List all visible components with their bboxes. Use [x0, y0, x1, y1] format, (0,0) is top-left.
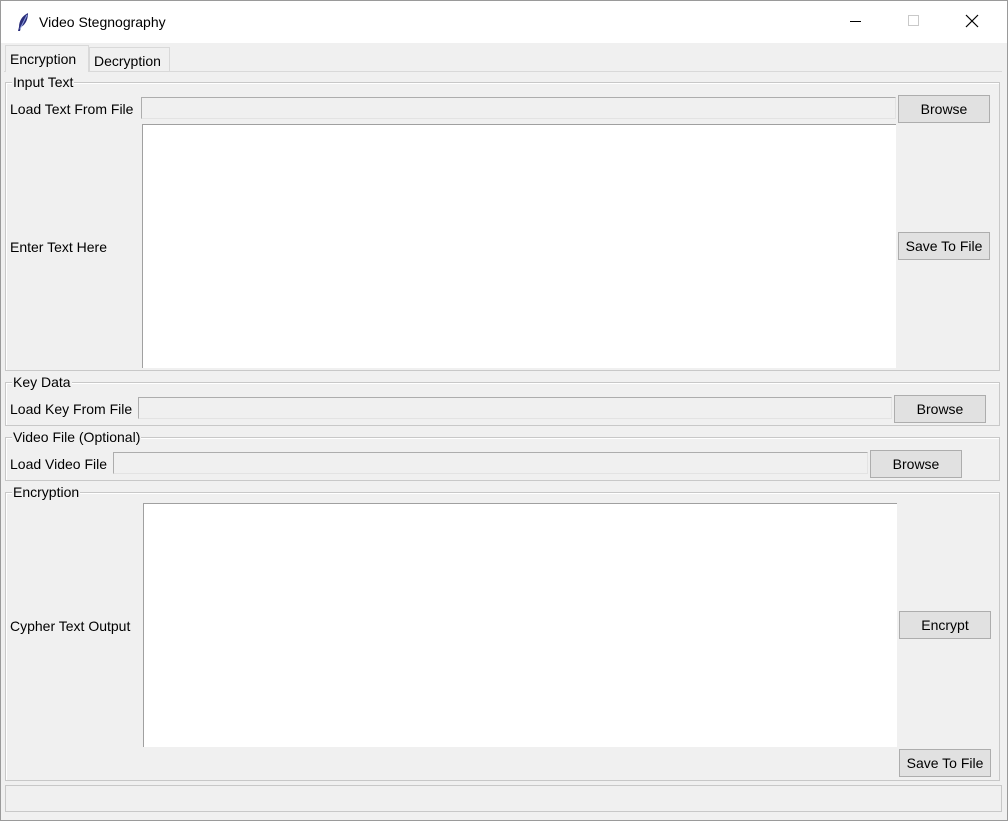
- close-icon: [965, 14, 979, 31]
- load-video-label: Load Video File: [10, 456, 108, 472]
- browse-video-button[interactable]: Browse: [870, 450, 962, 478]
- encrypt-button[interactable]: Encrypt: [899, 611, 991, 639]
- save-input-text-button[interactable]: Save To File: [898, 232, 990, 260]
- maximize-icon: [908, 14, 920, 30]
- close-button[interactable]: [943, 1, 1001, 43]
- tab-encryption[interactable]: Encryption: [5, 45, 89, 72]
- load-video-path-input[interactable]: [113, 452, 868, 474]
- maximize-button[interactable]: [885, 1, 943, 43]
- minimize-icon: [850, 14, 862, 30]
- load-text-label: Load Text From File: [10, 101, 134, 117]
- app-window: Video Stegnography Encryption Decryption…: [0, 0, 1008, 821]
- save-cypher-text-button[interactable]: Save To File: [899, 749, 991, 777]
- status-bar: [5, 785, 1002, 812]
- cypher-text-output-area[interactable]: [143, 503, 897, 747]
- cypher-output-label: Cypher Text Output: [10, 618, 131, 634]
- load-key-label: Load Key From File: [10, 401, 133, 417]
- tab-decryption[interactable]: Decryption: [89, 47, 170, 71]
- minimize-button[interactable]: [827, 1, 885, 43]
- input-text-area[interactable]: [142, 124, 896, 368]
- browse-text-button[interactable]: Browse: [898, 95, 990, 123]
- video-file-frame-label: Video File (Optional): [12, 428, 142, 446]
- encryption-frame-label: Encryption: [12, 483, 81, 501]
- input-text-frame-label: Input Text: [12, 73, 75, 91]
- window-title: Video Stegnography: [39, 14, 166, 30]
- key-data-frame-label: Key Data: [12, 373, 72, 391]
- load-text-path-input[interactable]: [141, 97, 896, 119]
- load-key-path-input[interactable]: [138, 397, 892, 419]
- title-bar[interactable]: Video Stegnography: [1, 1, 1007, 43]
- feather-icon: [15, 12, 33, 32]
- browse-key-button[interactable]: Browse: [894, 395, 986, 423]
- enter-text-label: Enter Text Here: [10, 239, 108, 255]
